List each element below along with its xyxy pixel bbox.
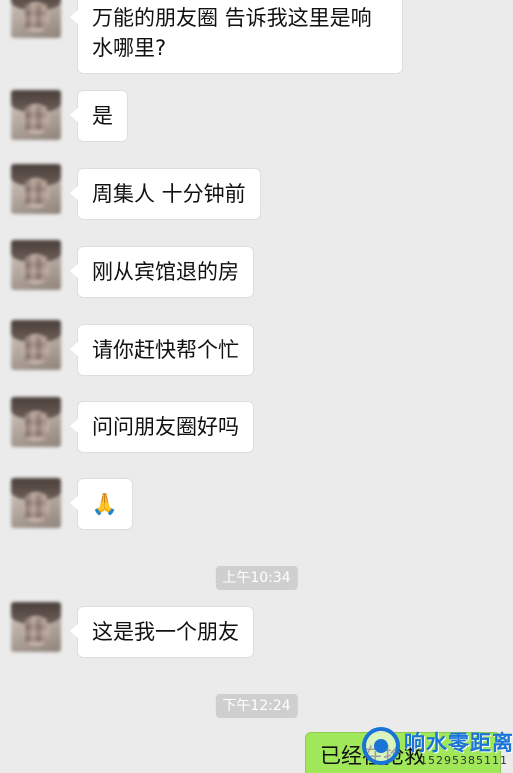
avatar[interactable] — [11, 478, 61, 528]
message-bubble[interactable]: 周集人 十分钟前 — [70, 168, 261, 220]
message-bubble[interactable]: 问问朋友圈好吗 — [70, 401, 254, 453]
my-message-text: 已经在抢救 — [320, 744, 425, 768]
avatar[interactable] — [11, 0, 61, 38]
message-text: 请你赶快帮个忙 — [92, 338, 239, 362]
message-bubble[interactable]: 🙏 — [70, 478, 133, 530]
avatar[interactable] — [11, 397, 61, 447]
avatar[interactable] — [11, 602, 61, 652]
avatar[interactable] — [11, 240, 61, 290]
message-text: 这是我一个朋友 — [92, 620, 239, 644]
praying-hands-emoji: 🙏 — [91, 492, 119, 516]
message-text: 万能的朋友圈 告诉我这里是响水哪里? — [92, 6, 372, 60]
message-bubble[interactable]: 请你赶快帮个忙 — [70, 324, 254, 376]
timestamp: 下午12:24 — [215, 694, 298, 718]
message-bubble[interactable]: 刚从宾馆退的房 — [70, 246, 254, 298]
my-message-bubble[interactable]: 已经在抢救 — [305, 732, 501, 773]
message-text: 问问朋友圈好吗 — [92, 415, 239, 439]
message-text: 是 — [92, 104, 113, 128]
message-text: 周集人 十分钟前 — [92, 182, 246, 206]
avatar[interactable] — [11, 320, 61, 370]
message-bubble[interactable]: 这是我一个朋友 — [70, 606, 254, 658]
message-text: 刚从宾馆退的房 — [92, 260, 239, 284]
message-bubble[interactable]: 是 — [70, 90, 128, 142]
message-bubble[interactable]: 万能的朋友圈 告诉我这里是响水哪里? — [70, 0, 403, 74]
avatar[interactable] — [11, 164, 61, 214]
avatar[interactable] — [11, 90, 61, 140]
timestamp: 上午10:34 — [215, 566, 298, 590]
